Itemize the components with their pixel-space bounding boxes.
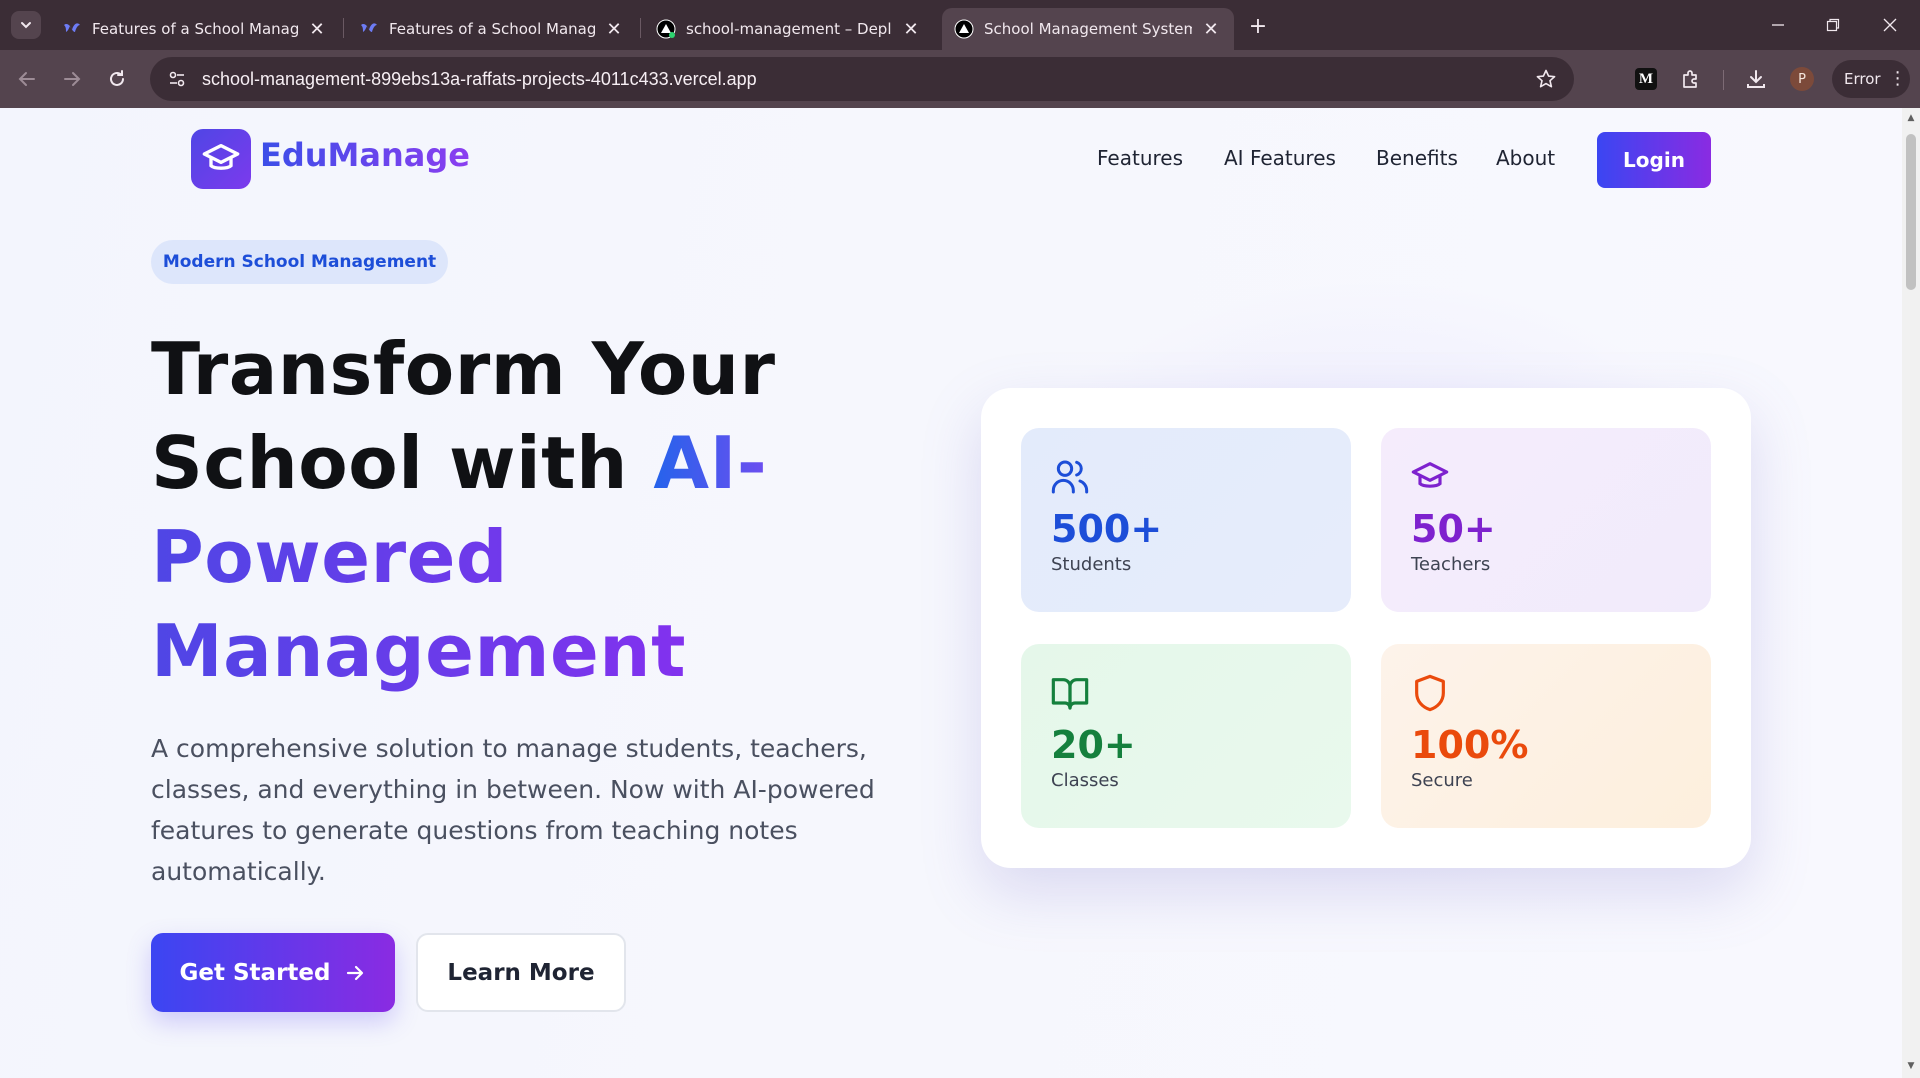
browser-tab[interactable]: school-management – Deployment ✕ xyxy=(644,8,934,50)
stat-value: 20+ xyxy=(1051,723,1136,767)
chevron-down-icon xyxy=(21,22,31,29)
brand-name[interactable]: EduManage xyxy=(260,136,470,174)
nav-link-about[interactable]: About xyxy=(1496,146,1555,170)
vercel-triangle-icon xyxy=(656,19,676,39)
headline-line-2-plain: School with xyxy=(151,421,654,505)
stat-label: Teachers xyxy=(1411,554,1491,575)
minimize-icon[interactable] xyxy=(1758,10,1798,40)
stat-value: 500+ xyxy=(1051,507,1163,551)
tab-divider xyxy=(640,18,641,38)
headline-line-2: School with AI- xyxy=(151,416,776,510)
error-label: Error xyxy=(1844,70,1881,88)
scroll-up-arrow-icon[interactable]: ▲ xyxy=(1902,110,1920,126)
graduation-cap-icon xyxy=(202,144,240,170)
tab-title: Features of a School Management xyxy=(92,20,298,38)
nav-link-benefits[interactable]: Benefits xyxy=(1376,146,1458,170)
stat-teachers: 50+ Teachers xyxy=(1381,428,1711,612)
back-arrow-icon[interactable] xyxy=(13,65,41,93)
book-open-icon xyxy=(1049,672,1091,714)
extensions-puzzle-icon[interactable] xyxy=(1677,65,1705,93)
headline-line-4: Management xyxy=(151,604,776,698)
scroll-down-arrow-icon[interactable]: ▼ xyxy=(1902,1058,1920,1074)
browser-tab[interactable]: Features of a School Management ✕ xyxy=(347,8,637,50)
get-started-button[interactable]: Get Started xyxy=(151,933,395,1012)
stats-card: 500+ Students 50+ Teachers 20+ Classes 1… xyxy=(981,388,1751,868)
tab-title: Features of a School Management xyxy=(389,20,595,38)
graduation-cap-icon xyxy=(1409,456,1451,498)
scroll-thumb[interactable] xyxy=(1906,134,1916,290)
site-settings-icon[interactable] xyxy=(164,66,190,92)
nav-link-ai-features[interactable]: AI Features xyxy=(1224,146,1336,170)
close-icon[interactable]: ✕ xyxy=(900,18,922,40)
stat-students: 500+ Students xyxy=(1021,428,1351,612)
address-bar[interactable]: school-management-899ebs13a-raffats-proj… xyxy=(150,57,1574,101)
tab-favicon-icon xyxy=(359,19,379,39)
browser-toolbar: school-management-899ebs13a-raffats-proj… xyxy=(0,50,1920,108)
arrow-right-icon xyxy=(344,962,366,984)
toolbar-divider xyxy=(1723,70,1724,90)
headline-accent: AI- xyxy=(653,421,768,505)
forward-arrow-icon[interactable] xyxy=(58,65,86,93)
stat-classes: 20+ Classes xyxy=(1021,644,1351,828)
reload-icon[interactable] xyxy=(103,65,131,93)
extension-m-icon[interactable]: M xyxy=(1635,68,1657,90)
tab-divider xyxy=(343,18,344,38)
new-tab-button[interactable]: + xyxy=(1244,12,1272,40)
hero-badge: Modern School Management xyxy=(151,240,448,284)
shield-icon xyxy=(1409,672,1451,714)
browser-tab[interactable]: Features of a School Management ✕ xyxy=(50,8,340,50)
users-icon xyxy=(1049,456,1091,498)
stat-value: 50+ xyxy=(1411,507,1496,551)
logo-mark[interactable] xyxy=(191,129,251,189)
bookmark-star-icon[interactable] xyxy=(1534,67,1558,91)
browser-tab-bar: Features of a School Management ✕ Featur… xyxy=(0,0,1920,50)
get-started-label: Get Started xyxy=(179,959,331,986)
profile-avatar[interactable]: P xyxy=(1790,67,1814,91)
close-icon[interactable]: ✕ xyxy=(306,18,328,40)
tab-title: school-management – Deployment xyxy=(686,20,892,38)
browser-error-button[interactable]: Error ⋮ xyxy=(1832,60,1910,98)
hero-description: A comprehensive solution to manage stude… xyxy=(151,734,875,886)
page-scrollbar[interactable]: ▲ ▼ xyxy=(1902,108,1920,1078)
stat-label: Secure xyxy=(1411,770,1473,791)
close-icon[interactable]: ✕ xyxy=(1200,18,1222,40)
headline-line-1: Transform Your xyxy=(151,327,776,411)
vercel-triangle-icon xyxy=(954,19,974,39)
window-close-icon[interactable] xyxy=(1870,10,1910,40)
close-icon[interactable]: ✕ xyxy=(603,18,625,40)
stat-label: Classes xyxy=(1051,770,1119,791)
stat-label: Students xyxy=(1051,554,1132,575)
page-viewport: EduManage Features AI Features Benefits … xyxy=(0,108,1902,1078)
download-icon[interactable] xyxy=(1742,65,1770,93)
restore-icon[interactable] xyxy=(1813,10,1853,40)
tab-title: School Management System xyxy=(984,20,1192,38)
url-text: school-management-899ebs13a-raffats-proj… xyxy=(202,68,757,89)
tab-favicon-icon xyxy=(62,19,82,39)
nav-link-features[interactable]: Features xyxy=(1097,146,1183,170)
headline-line-3: Powered xyxy=(151,510,776,604)
login-button[interactable]: Login xyxy=(1597,132,1711,188)
learn-more-button[interactable]: Learn More xyxy=(416,933,626,1012)
browser-tab-active[interactable]: School Management System ✕ xyxy=(942,8,1234,50)
stat-secure: 100% Secure xyxy=(1381,644,1711,828)
tab-search-button[interactable] xyxy=(11,11,41,39)
hero-headline: Transform Your School with AI- Powered M… xyxy=(151,322,776,698)
more-vertical-icon: ⋮ xyxy=(1888,68,1907,89)
stat-value: 100% xyxy=(1411,723,1529,767)
